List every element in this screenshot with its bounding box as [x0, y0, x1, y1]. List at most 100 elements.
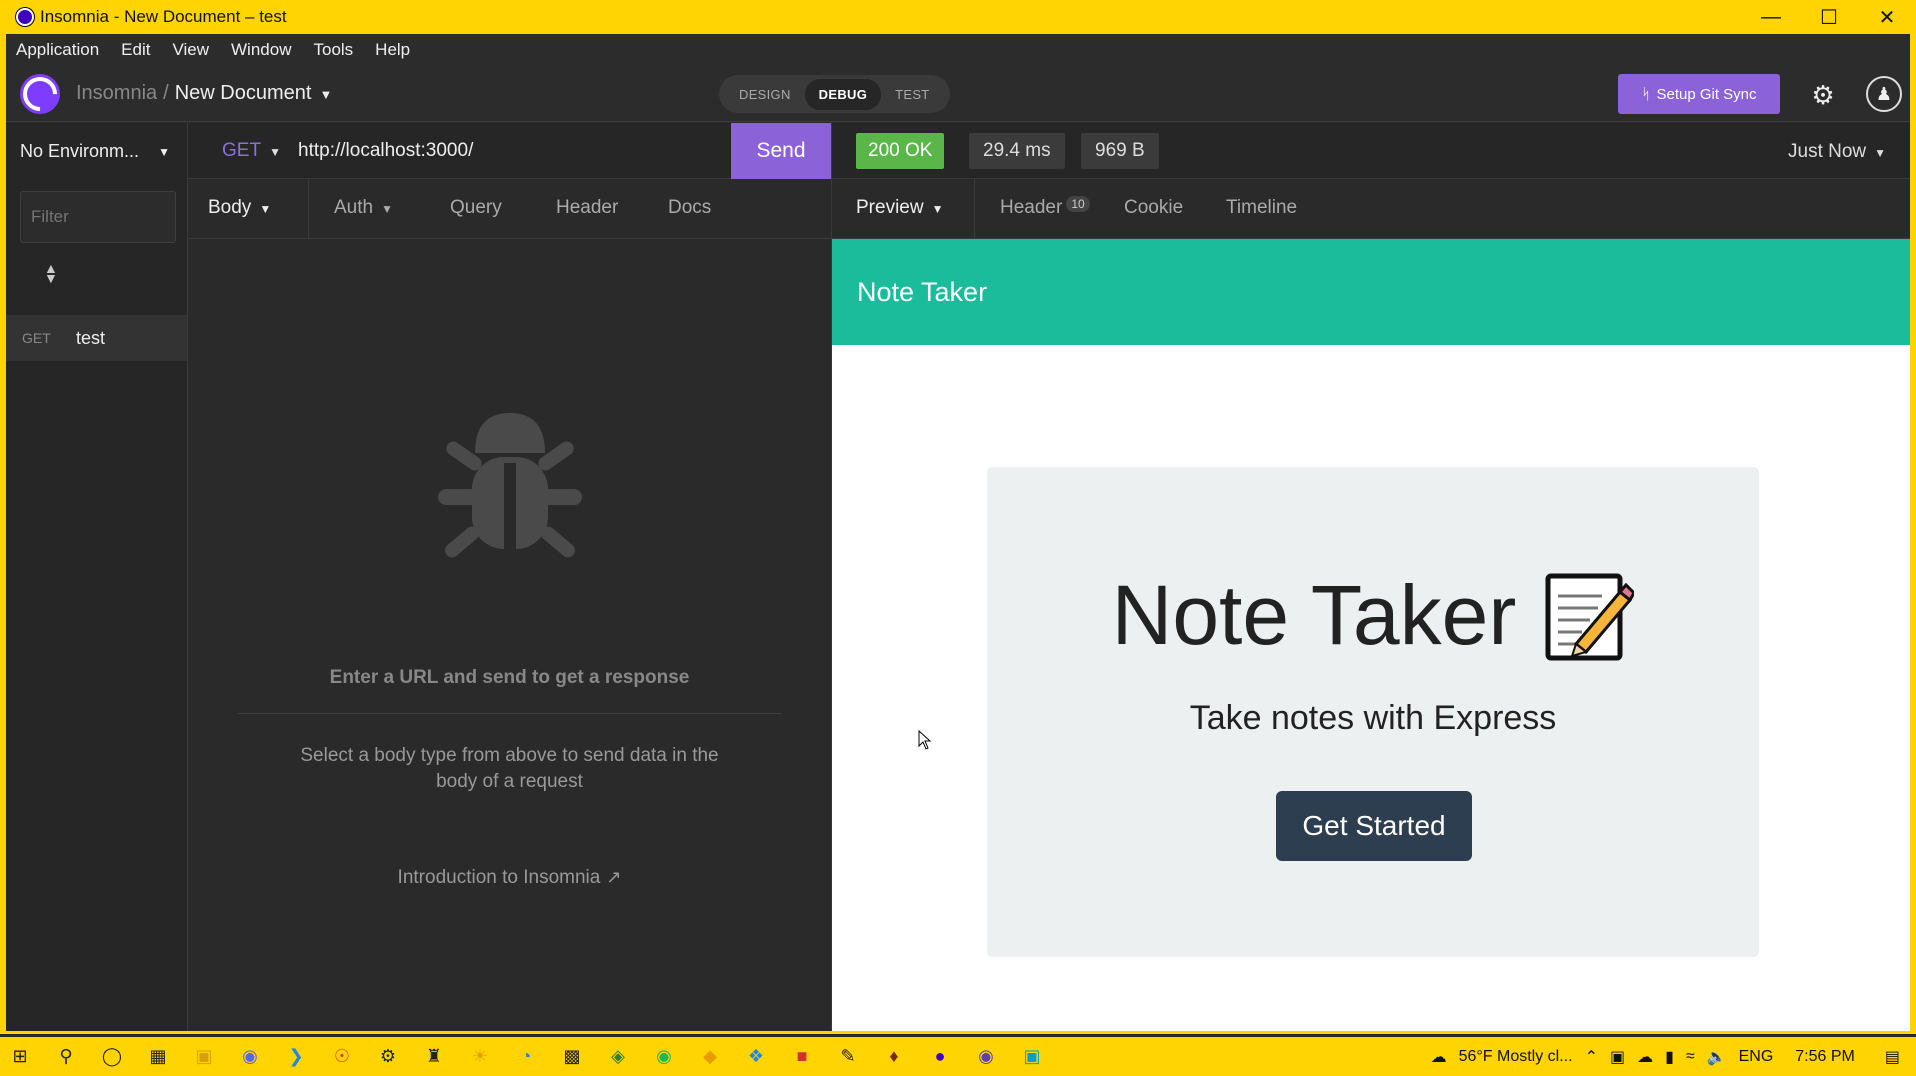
- minimize-icon[interactable]: —: [1742, 0, 1800, 34]
- windows-start-icon[interactable]: ⊞: [8, 1045, 32, 1069]
- tab-auth-label: Auth: [334, 197, 374, 218]
- app-icon[interactable]: ◔: [514, 1045, 538, 1069]
- tab-response-header[interactable]: Header 10: [1000, 196, 1090, 219]
- method-selector[interactable]: GET ▼: [222, 140, 281, 162]
- vscode-icon[interactable]: ❯: [284, 1045, 308, 1069]
- user-account-icon[interactable]: ♟: [1866, 76, 1902, 112]
- tab-timeline[interactable]: Timeline: [1226, 197, 1297, 219]
- close-icon[interactable]: ✕: [1858, 0, 1916, 34]
- wifi-icon[interactable]: ≈: [1686, 1048, 1695, 1066]
- menu-view[interactable]: View: [172, 40, 209, 60]
- memo-icon: [1545, 573, 1635, 660]
- app-icon[interactable]: ◈: [606, 1045, 630, 1069]
- volume-icon[interactable]: 🔈: [1707, 1047, 1727, 1067]
- maximize-icon[interactable]: ☐: [1800, 0, 1858, 34]
- response-tabs: Preview ▼ Header 10 Cookie Timeline: [832, 179, 1911, 239]
- header-count-badge: 10: [1066, 196, 1090, 212]
- tab-cookie[interactable]: Cookie: [1124, 197, 1183, 219]
- task-view-icon[interactable]: ▦: [146, 1045, 170, 1069]
- response-size-badge: 969 B: [1081, 133, 1159, 169]
- tab-preview[interactable]: Preview ▼: [856, 197, 943, 219]
- git-sync-label: Setup Git Sync: [1656, 85, 1757, 103]
- tab-auth[interactable]: Auth ▼: [334, 197, 393, 219]
- environment-label: No Environm...: [20, 141, 140, 161]
- menu-tools[interactable]: Tools: [313, 40, 353, 60]
- steam-icon[interactable]: ⚙: [376, 1045, 400, 1069]
- file-explorer-icon[interactable]: ▣: [192, 1045, 216, 1069]
- url-input[interactable]: http://localhost:3000/: [298, 140, 473, 162]
- response-timestamp: Just Now: [1788, 141, 1867, 162]
- breadcrumb-app[interactable]: Insomnia: [76, 82, 157, 104]
- chevron-down-icon: ▼: [931, 202, 944, 216]
- response-time-badge: 29.4 ms: [969, 133, 1065, 169]
- weather-text[interactable]: 56°F Mostly cl...: [1459, 1048, 1573, 1066]
- status-badge: 200 OK: [856, 133, 945, 169]
- tab-body[interactable]: Body ▼: [208, 197, 271, 219]
- spotify-icon[interactable]: ◉: [652, 1045, 676, 1069]
- chevron-down-icon: ▼: [259, 202, 272, 216]
- mode-debug[interactable]: DEBUG: [804, 78, 882, 110]
- preview-jumbotron: Note Taker Take notes with Express Get S…: [987, 467, 1759, 957]
- breadcrumb-document[interactable]: New Document: [175, 82, 312, 104]
- onedrive-icon[interactable]: ☁: [1637, 1047, 1653, 1067]
- get-started-button[interactable]: Get Started: [1276, 791, 1472, 861]
- app-icon[interactable]: ♦: [882, 1045, 906, 1069]
- empty-state-description: Select a body type from above to send da…: [300, 745, 719, 792]
- mode-switcher: DESIGN DEBUG TEST: [719, 75, 950, 113]
- sort-icon[interactable]: ▲ ▼: [44, 261, 58, 285]
- request-method-label: GET: [22, 330, 51, 346]
- menu-application[interactable]: Application: [16, 40, 99, 60]
- app-header: Insomnia / New Document ▼ DESIGN DEBUG TEST…: [6, 66, 1910, 122]
- language-indicator[interactable]: ENG: [1739, 1048, 1774, 1066]
- app-icon[interactable]: ▩: [560, 1045, 584, 1069]
- app-icon[interactable]: ◆: [698, 1045, 722, 1069]
- response-pane: 200 OK 29.4 ms 969 B Just Now ▼ Preview ▼ …: [831, 123, 1911, 1034]
- insomnia-app-icon: [16, 8, 34, 26]
- discord-icon[interactable]: ◉: [238, 1045, 262, 1069]
- divider: [238, 713, 781, 714]
- tab-header[interactable]: Header: [556, 197, 618, 219]
- menu-edit[interactable]: Edit: [121, 40, 150, 60]
- sidebar-request-item[interactable]: GET test: [6, 315, 187, 361]
- cortana-icon[interactable]: ◯: [100, 1045, 124, 1069]
- chevron-down-icon: ▼: [1874, 146, 1887, 160]
- app-icon[interactable]: ◉: [974, 1045, 998, 1069]
- send-button[interactable]: Send: [731, 123, 831, 179]
- insomnia-taskbar-icon[interactable]: ●: [928, 1045, 952, 1069]
- environment-selector[interactable]: No Environm... ▼: [20, 141, 180, 162]
- system-tray: ☁ 56°F Mostly cl... ⌃ ▣ ☁ ▮ ≈ 🔈 ENG 7:56…: [1425, 1037, 1916, 1076]
- meet-now-icon[interactable]: ▣: [1610, 1047, 1625, 1067]
- tab-query[interactable]: Query: [450, 197, 502, 219]
- app-icon[interactable]: ♜: [422, 1045, 446, 1069]
- app-icon[interactable]: ❖: [744, 1045, 768, 1069]
- clock[interactable]: 7:56 PM: [1795, 1048, 1855, 1066]
- filter-input[interactable]: [20, 191, 176, 243]
- gear-icon[interactable]: ⚙: [1806, 78, 1840, 112]
- tab-docs[interactable]: Docs: [668, 197, 711, 219]
- search-icon[interactable]: ⚲: [54, 1045, 78, 1069]
- mode-design[interactable]: DESIGN: [725, 79, 805, 110]
- url-bar: GET ▼ http://localhost:3000/ Send: [188, 123, 831, 179]
- notifications-icon[interactable]: ▤: [1885, 1047, 1900, 1067]
- preview-brand[interactable]: Note Taker: [857, 277, 987, 308]
- chevron-down-icon[interactable]: ▼: [319, 87, 332, 102]
- setup-git-sync-button[interactable]: ᛋ Setup Git Sync: [1618, 74, 1780, 114]
- menu-window[interactable]: Window: [231, 40, 291, 60]
- app-icon[interactable]: ☀: [468, 1045, 492, 1069]
- mode-test[interactable]: TEST: [881, 79, 943, 110]
- breadcrumb-separator: /: [163, 82, 169, 104]
- response-history-dropdown[interactable]: Just Now ▼: [1788, 141, 1886, 163]
- response-status-bar: 200 OK 29.4 ms 969 B Just Now ▼: [832, 123, 1911, 179]
- mouse-cursor-icon: [918, 730, 932, 750]
- request-pane: GET ▼ http://localhost:3000/ Send Body ▼ A…: [188, 123, 831, 1034]
- chrome-icon[interactable]: ☉: [330, 1045, 354, 1069]
- app-icon[interactable]: ▣: [1020, 1045, 1044, 1069]
- insomnia-logo-icon[interactable]: [20, 74, 60, 114]
- battery-icon[interactable]: ▮: [1665, 1047, 1674, 1067]
- app-icon[interactable]: ✎: [836, 1045, 860, 1069]
- chevron-down-icon: ▼: [158, 144, 170, 159]
- chevron-up-icon[interactable]: ⌃: [1585, 1047, 1598, 1067]
- menu-help[interactable]: Help: [375, 40, 410, 60]
- introduction-link[interactable]: Introduction to Insomnia ↗: [188, 867, 831, 889]
- acrobat-icon[interactable]: ■: [790, 1045, 814, 1069]
